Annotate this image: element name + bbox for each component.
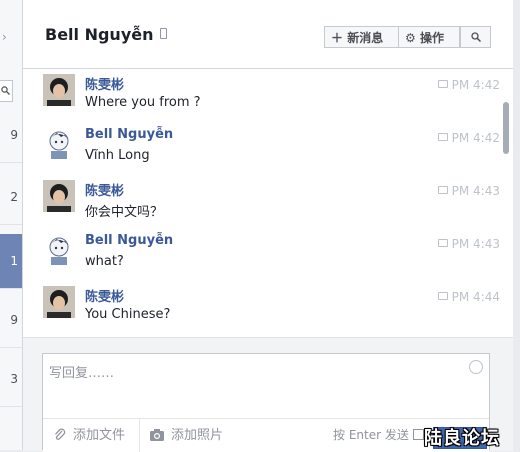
gear-icon: ⚙ [405,31,416,45]
mobile-icon [159,28,167,39]
camera-icon [150,429,164,441]
chat-bubble-icon [437,186,448,194]
message-time: PM 4:44 [437,290,500,304]
message-item: Bell Nguyễn what? PM 4:43 [23,228,503,281]
message-text: Where you from ? [85,95,201,110]
thread-row[interactable]: 2 [0,170,22,225]
message-sender[interactable]: 陈雯彬 [85,74,124,93]
emoji-icon[interactable] [469,360,483,374]
message-sender[interactable]: 陈雯彬 [85,286,124,305]
message-scrollbar[interactable] [503,102,509,154]
watermark: 陆良论坛 [424,428,500,449]
thread-search-button[interactable] [0,80,13,102]
conversation-title[interactable]: Bell Nguyễn [45,25,167,44]
composer-toolbar: 添加文件 添加照片 按 Enter 发送 [43,418,489,452]
enter-to-send-toggle[interactable]: 按 Enter 发送 [333,419,424,452]
chevron-left-icon[interactable]: › [2,30,7,44]
message-sender[interactable]: Bell Nguyễn [85,127,173,142]
conversation-header: Bell Nguyễn ＋ 新消息 ⚙ 操作 [23,0,513,69]
reply-input[interactable]: 写回复…… [49,362,114,381]
message-time: PM 4:43 [437,237,500,251]
chat-bubble-icon [437,239,448,247]
thread-row[interactable]: 9 [0,293,22,348]
message-sender[interactable]: 陈雯彬 [85,180,124,199]
message-time: PM 4:42 [437,131,500,145]
search-conversation-button[interactable] [460,26,491,48]
message-list: 陈雯彬 Where you from ? PM 4:42 Bell Nguyễn… [23,69,513,337]
paperclip-icon [55,428,66,440]
chat-bubble-icon [437,80,448,88]
avatar[interactable] [43,180,75,212]
reply-box[interactable]: 写回复…… 添加文件 添加照片 按 Enter 发送 [42,353,490,452]
thread-row[interactable]: 3 [0,352,22,407]
message-text: 你会中文吗？ [85,205,164,220]
avatar[interactable] [43,233,75,265]
message-item: 陈雯彬 Where you from ? PM 4:42 [23,69,503,122]
avatar[interactable] [43,127,75,159]
message-text: what? [85,254,124,269]
message-item: 陈雯彬 You Chinese? PM 4:44 [23,281,503,334]
message-time: PM 4:42 [437,78,500,92]
checkbox[interactable] [412,429,424,440]
message-item: Bell Nguyễn Vĩnh Long PM 4:42 [23,122,503,175]
thread-row-active[interactable]: 1 [0,234,22,289]
add-file-button[interactable]: 添加文件 [53,419,140,452]
message-text: Vĩnh Long [85,148,150,163]
thread-list: › 9 2 1 9 3 [0,0,23,450]
actions-button[interactable]: ⚙ 操作 [398,26,460,48]
avatar[interactable] [43,286,75,318]
new-message-button[interactable]: ＋ 新消息 [324,26,399,48]
message-time: PM 4:43 [437,184,500,198]
thread-row[interactable]: 9 [0,108,22,163]
search-icon [1,86,10,95]
message-item: 陈雯彬 你会中文吗？ PM 4:43 [23,175,503,228]
plus-icon: ＋ [331,31,344,45]
add-photo-button[interactable]: 添加照片 [149,419,249,452]
search-icon [471,32,481,42]
message-text: You Chinese? [85,307,171,322]
message-sender[interactable]: Bell Nguyễn [85,233,173,248]
avatar[interactable] [43,74,75,106]
chat-bubble-icon [437,133,448,141]
chat-bubble-icon [437,292,448,300]
